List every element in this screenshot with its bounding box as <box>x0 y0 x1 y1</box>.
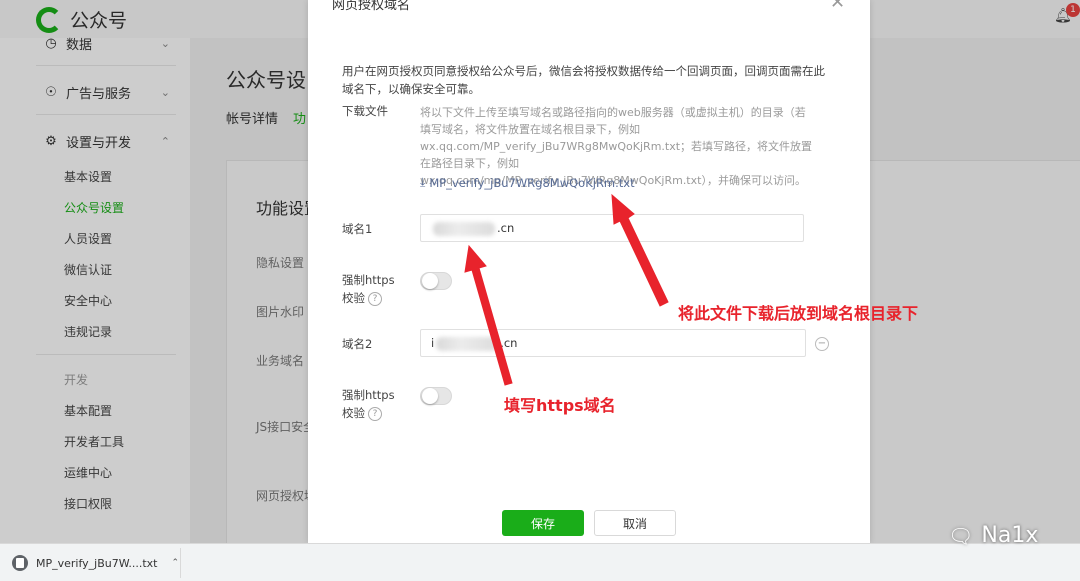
chevron-up-icon[interactable]: ⌃ <box>171 558 179 568</box>
toggle-knob <box>422 388 438 404</box>
force-https-toggle-1[interactable] <box>420 272 452 290</box>
annotation-download-hint: 将此文件下载后放到域名根目录下 <box>678 304 919 323</box>
save-button[interactable]: 保存 <box>502 510 584 536</box>
help-icon[interactable]: ? <box>368 406 382 421</box>
annotation-https-hint: 填写https域名 <box>504 396 616 415</box>
cancel-button[interactable]: 取消 <box>594 510 676 536</box>
watermark-text: Na1x <box>981 523 1039 548</box>
toggle-knob <box>422 273 438 289</box>
redacted-text <box>436 336 499 351</box>
force-https-toggle-2[interactable] <box>420 387 452 405</box>
domain2-label: 域名2 <box>342 337 373 351</box>
domain2-prefix: i <box>431 336 435 350</box>
force-https-label-1: 强制https 校验? <box>342 273 395 306</box>
domain1-value: .cn <box>497 221 515 235</box>
redacted-text <box>433 221 495 236</box>
domain2-value: .cn <box>500 336 518 350</box>
watermark: 🗨︎ Na1x <box>948 523 1038 548</box>
domain2-input[interactable]: i .cn <box>420 329 806 357</box>
download-file-name: MP_verify_jBu7WRg8MwQoKjRm.txt <box>429 175 635 190</box>
close-icon[interactable]: ✕ <box>830 0 845 13</box>
download-item-name: MP_verify_jBu7W....txt <box>36 556 158 570</box>
download-item[interactable]: MP_verify_jBu7W....txt ⌃ <box>8 548 181 578</box>
dialog-title: 网页授权域名 <box>332 0 411 13</box>
wechat-icon: 🗨︎ <box>948 523 974 548</box>
dialog-intro: 用户在网页授权页同意授权给公众号后，微信会将授权数据传给一个回调页面，回调页面需… <box>342 64 825 96</box>
file-icon <box>12 555 28 571</box>
remove-domain-icon[interactable]: − <box>815 337 829 351</box>
download-label: 下载文件 <box>342 104 388 118</box>
oauth-domain-dialog: 网页授权域名 ✕ 用户在网页授权页同意授权给公众号后，微信会将授权数据传给一个回… <box>308 0 870 543</box>
domain1-label: 域名1 <box>342 222 373 236</box>
download-file-link[interactable]: ⤓ MP_verify_jBu7WRg8MwQoKjRm.txt <box>420 175 635 190</box>
download-bar: MP_verify_jBu7W....txt ⌃ <box>0 543 1080 581</box>
help-icon[interactable]: ? <box>368 291 382 306</box>
domain1-input[interactable]: .cn <box>420 214 804 242</box>
force-https-label-2: 强制https 校验? <box>342 388 395 421</box>
download-icon: ⤓ <box>420 175 426 189</box>
